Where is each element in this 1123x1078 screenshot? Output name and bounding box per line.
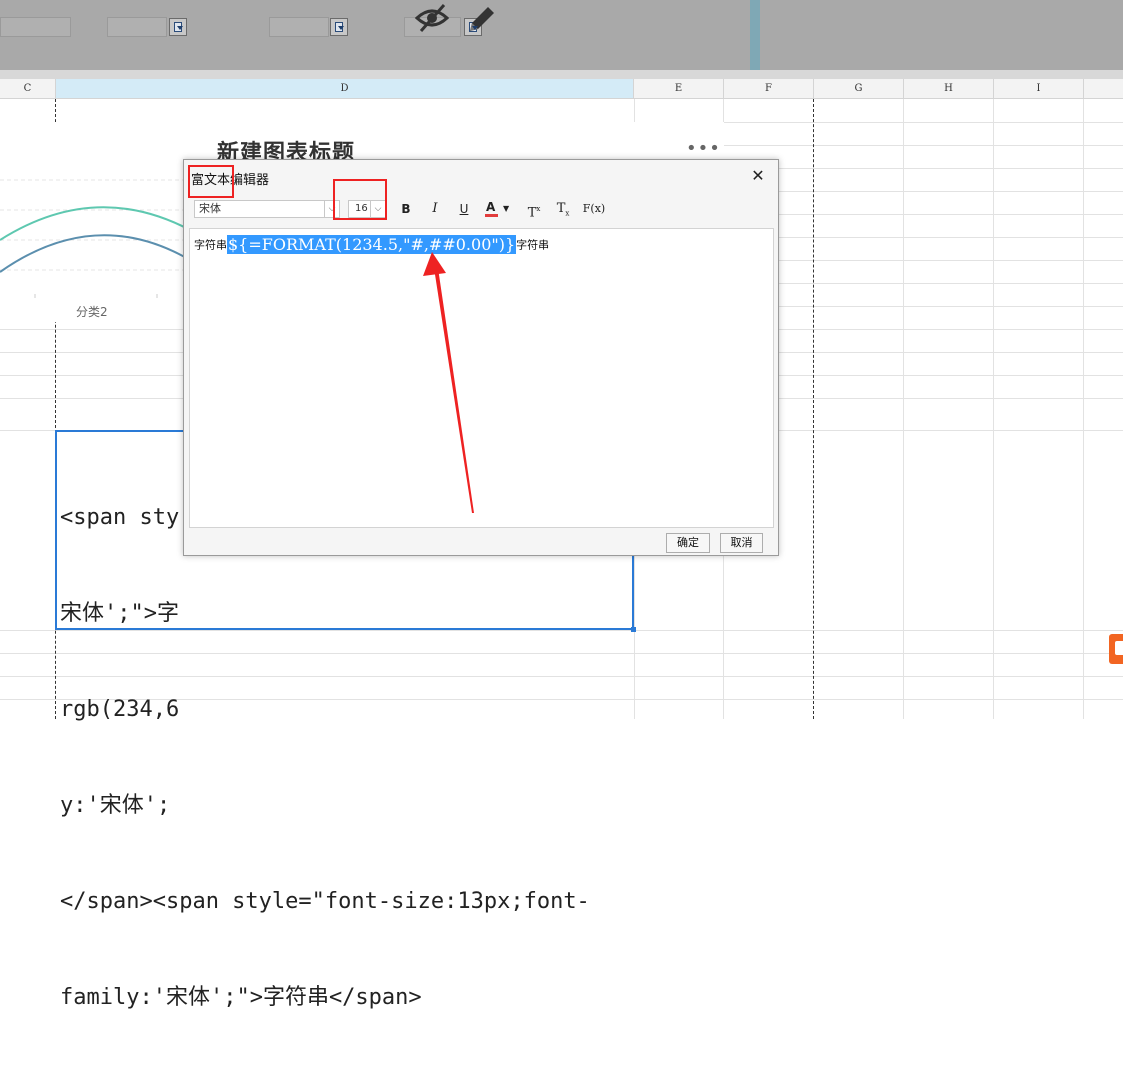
annotation-arrow-head [423,252,446,276]
app-logo-icon [1109,634,1123,664]
cell-line: y:'宋体'; [60,793,171,818]
annotation-arrow-shaft [434,268,474,513]
cell-line: </span><span style="font-size:13px;font- [60,889,590,914]
cell-line: family:'宋体';">字符串</span> [60,985,422,1010]
annotation-arrow [423,252,474,513]
